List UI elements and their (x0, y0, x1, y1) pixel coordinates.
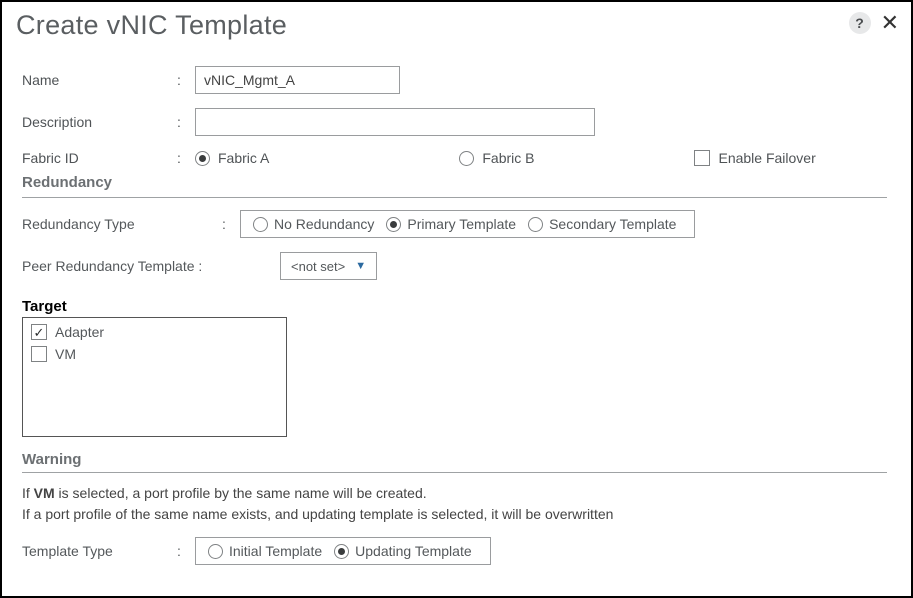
peer-redundancy-dropdown[interactable]: <not set> ▼ (280, 252, 377, 280)
initial-template-radio[interactable]: Initial Template (208, 543, 322, 559)
radio-icon (386, 217, 401, 232)
radio-icon (253, 217, 268, 232)
title-bar: Create vNIC Template ? ✕ (2, 2, 911, 41)
target-heading: Target (22, 298, 887, 315)
updating-template-radio[interactable]: Updating Template (334, 543, 471, 559)
warning-heading: Warning (22, 451, 887, 468)
no-redundancy-label: No Redundancy (274, 216, 374, 232)
fabric-b-radio[interactable]: Fabric B (459, 150, 534, 166)
fabric-a-radio[interactable]: Fabric A (195, 150, 269, 166)
dialog-body: Name : Description : Fabric ID : Fabric … (2, 52, 911, 592)
close-icon[interactable]: ✕ (881, 12, 899, 34)
chevron-down-icon: ▼ (355, 260, 366, 272)
peer-redundancy-value: <not set> (291, 259, 345, 274)
template-type-label: Template Type (22, 543, 177, 559)
fabric-b-label: Fabric B (482, 150, 534, 166)
checkbox-icon (694, 150, 710, 166)
dialog-title: Create vNIC Template (16, 10, 849, 41)
name-label: Name (22, 72, 177, 88)
fabric-a-label: Fabric A (218, 150, 269, 166)
checkbox-icon (31, 346, 47, 362)
target-list: Adapter VM (22, 317, 287, 437)
redundancy-heading: Redundancy (22, 174, 887, 191)
enable-failover-label: Enable Failover (718, 150, 815, 166)
peer-redundancy-label: Peer Redundancy Template : (22, 258, 240, 274)
template-type-group: Initial Template Updating Template (195, 537, 491, 565)
secondary-template-label: Secondary Template (549, 216, 676, 232)
primary-template-radio[interactable]: Primary Template (386, 216, 516, 232)
description-label: Description (22, 114, 177, 130)
fabric-id-label: Fabric ID (22, 150, 177, 166)
radio-icon (528, 217, 543, 232)
name-input[interactable] (195, 66, 400, 94)
radio-icon (334, 544, 349, 559)
help-icon[interactable]: ? (849, 12, 871, 34)
target-item-label: Adapter (55, 324, 104, 340)
target-item-vm[interactable]: VM (31, 346, 278, 362)
enable-failover-checkbox[interactable]: Enable Failover (694, 150, 815, 166)
target-item-label: VM (55, 346, 76, 362)
radio-icon (459, 151, 474, 166)
create-vnic-template-dialog: Create vNIC Template ? ✕ Name : Descript… (0, 0, 913, 598)
radio-icon (208, 544, 223, 559)
redundancy-type-label: Redundancy Type (22, 216, 222, 232)
no-redundancy-radio[interactable]: No Redundancy (253, 216, 374, 232)
radio-icon (195, 151, 210, 166)
warning-text: If VM is selected, a port profile by the… (22, 483, 887, 525)
updating-template-label: Updating Template (355, 543, 471, 559)
target-item-adapter[interactable]: Adapter (31, 324, 278, 340)
description-input[interactable] (195, 108, 595, 136)
primary-template-label: Primary Template (407, 216, 516, 232)
redundancy-type-group: No Redundancy Primary Template Secondary… (240, 210, 695, 238)
checkbox-icon (31, 324, 47, 340)
initial-template-label: Initial Template (229, 543, 322, 559)
secondary-template-radio[interactable]: Secondary Template (528, 216, 676, 232)
